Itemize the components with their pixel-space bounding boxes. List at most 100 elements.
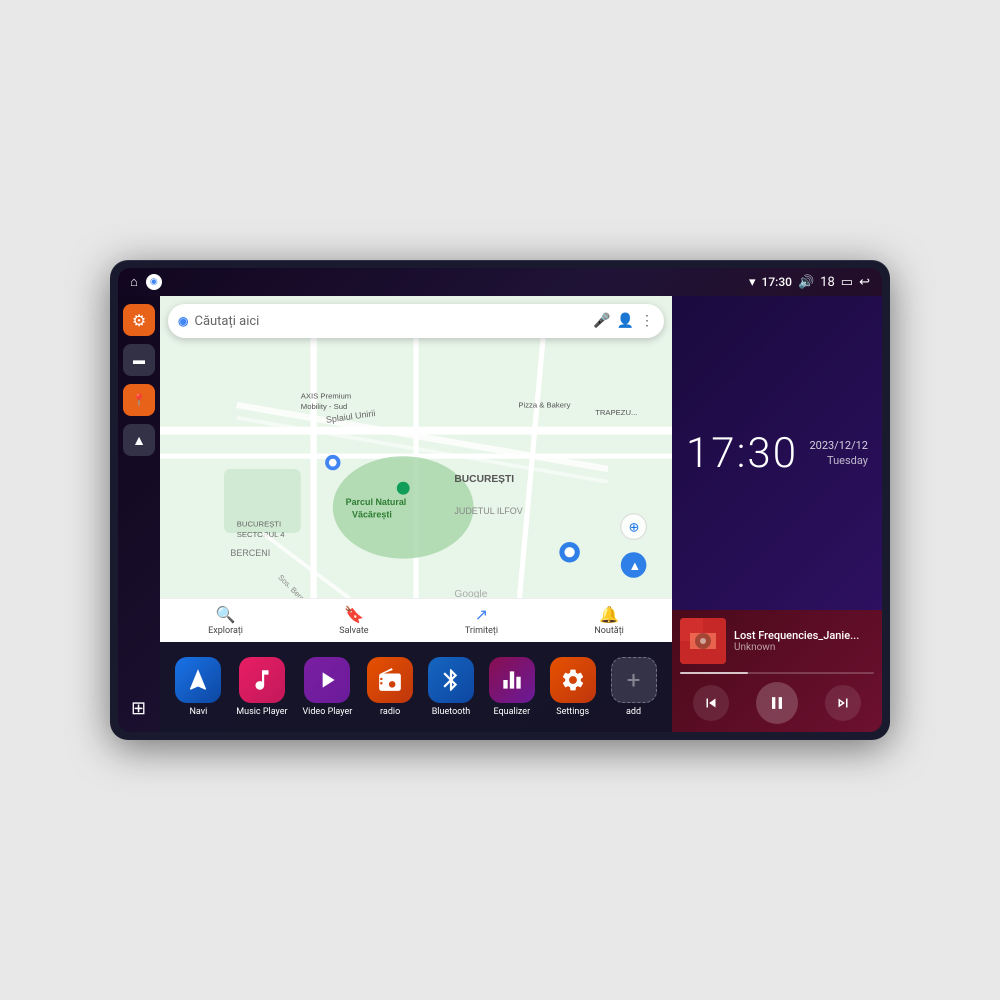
- sidebar-maps-btn[interactable]: 📍: [123, 384, 155, 416]
- app-navi[interactable]: Navi: [175, 657, 221, 717]
- app-music-player[interactable]: Music Player: [236, 657, 287, 717]
- app-bluetooth[interactable]: Bluetooth: [428, 657, 474, 717]
- svg-text:JUDETUL ILFOV: JUDETUL ILFOV: [454, 506, 522, 516]
- saved-icon: 🔖: [344, 605, 364, 624]
- music-top: Lost Frequencies_Janie... Unknown: [680, 618, 874, 664]
- sidebar-files-btn[interactable]: ▬: [123, 344, 155, 376]
- app-settings[interactable]: Settings: [550, 657, 596, 717]
- maps-nav-icon[interactable]: ◉: [146, 274, 162, 290]
- music-prev-btn[interactable]: [693, 685, 729, 721]
- music-title: Lost Frequencies_Janie...: [734, 629, 874, 642]
- radio-icon: [367, 657, 413, 703]
- account-icon[interactable]: 👤: [617, 313, 634, 329]
- battery-level: 18: [820, 275, 835, 290]
- nav-arrow-icon: ▲: [132, 432, 146, 449]
- radio-label: radio: [380, 707, 400, 717]
- equalizer-label: Equalizer: [494, 707, 531, 717]
- map-container[interactable]: Splaiul Unirii Parcul Natural Văcărești …: [160, 296, 672, 642]
- map-search-text: Căutați aici: [194, 314, 587, 329]
- files-icon: ▬: [133, 353, 145, 367]
- device-screen: ⌂ ◉ ▾ 17:30 🔊 18 ▭ ↩ ⚙ ▬: [118, 268, 882, 732]
- more-icon[interactable]: ⋮: [640, 313, 654, 329]
- back-icon[interactable]: ↩: [859, 275, 870, 290]
- equalizer-icon: [489, 657, 535, 703]
- settings-label: Settings: [556, 707, 589, 717]
- svg-text:Mobility - Sud: Mobility - Sud: [301, 402, 347, 411]
- status-time: 17:30: [762, 275, 792, 289]
- map-action-icons: 🎤 👤 ⋮: [593, 313, 654, 329]
- settings-app-icon: [550, 657, 596, 703]
- app-equalizer[interactable]: Equalizer: [489, 657, 535, 717]
- map-news-btn[interactable]: 🔔 Noutăți: [594, 605, 624, 636]
- status-bar: ⌂ ◉ ▾ 17:30 🔊 18 ▭ ↩: [118, 268, 882, 296]
- music-progress-fill: [680, 672, 748, 674]
- wifi-icon: ▾: [749, 275, 756, 290]
- news-label: Noutăți: [594, 626, 624, 636]
- music-pause-btn[interactable]: [756, 682, 798, 724]
- music-info: Lost Frequencies_Janie... Unknown: [734, 629, 874, 653]
- clock-date: 2023/12/12: [809, 439, 868, 452]
- car-head-unit: ⌂ ◉ ▾ 17:30 🔊 18 ▭ ↩ ⚙ ▬: [110, 260, 890, 740]
- music-progress-bar[interactable]: [680, 672, 874, 674]
- status-left-icons: ⌂ ◉: [130, 274, 162, 290]
- music-player-icon: [239, 657, 285, 703]
- settings-icon: ⚙: [132, 311, 146, 330]
- microphone-icon[interactable]: 🎤: [593, 313, 610, 329]
- center-content: Splaiul Unirii Parcul Natural Văcărești …: [160, 296, 672, 732]
- sidebar-nav-btn[interactable]: ▲: [123, 424, 155, 456]
- svg-text:SECTORUL 4: SECTORUL 4: [237, 530, 285, 539]
- navi-label: Navi: [190, 707, 208, 717]
- map-svg: Splaiul Unirii Parcul Natural Văcărești …: [160, 296, 672, 642]
- navi-icon: [175, 657, 221, 703]
- battery-icon: ▭: [841, 275, 853, 290]
- app-video-player[interactable]: Video Player: [302, 657, 352, 717]
- svg-text:BERCENI: BERCENI: [230, 548, 270, 558]
- location-icon: 📍: [132, 393, 147, 407]
- svg-text:⊕: ⊕: [628, 521, 639, 536]
- saved-label: Salvate: [339, 626, 368, 636]
- add-label: add: [626, 707, 641, 717]
- map-saved-btn[interactable]: 🔖 Salvate: [339, 605, 368, 636]
- right-panel: 17:30 2023/12/12 Tuesday: [672, 296, 882, 732]
- album-art: [680, 618, 726, 664]
- map-bottom-bar: 🔍 Explorați 🔖 Salvate ↗ Trimiteți 🔔: [160, 598, 672, 642]
- video-player-icon: [304, 657, 350, 703]
- explore-label: Explorați: [208, 626, 243, 636]
- grid-icon: ⊞: [131, 698, 147, 719]
- share-icon: ↗: [475, 605, 488, 624]
- share-label: Trimiteți: [465, 626, 498, 636]
- music-player-label: Music Player: [236, 707, 287, 717]
- home-icon[interactable]: ⌂: [130, 274, 138, 290]
- bluetooth-icon: [428, 657, 474, 703]
- sidebar-settings-btn[interactable]: ⚙: [123, 304, 155, 336]
- bluetooth-label: Bluetooth: [432, 707, 471, 717]
- video-player-label: Video Player: [302, 707, 352, 717]
- clock-date-info: 2023/12/12 Tuesday: [809, 439, 868, 467]
- svg-text:▲: ▲: [628, 559, 641, 574]
- svg-text:Pizza & Bakery: Pizza & Bakery: [518, 401, 570, 410]
- music-widget: Lost Frequencies_Janie... Unknown: [672, 610, 882, 732]
- app-add[interactable]: + add: [611, 657, 657, 717]
- main-area: ⚙ ▬ 📍 ▲ ⊞: [118, 296, 882, 732]
- left-sidebar: ⚙ ▬ 📍 ▲ ⊞: [118, 296, 160, 732]
- map-search-bar[interactable]: ◉ Căutați aici 🎤 👤 ⋮: [168, 304, 664, 338]
- music-controls: [680, 682, 874, 724]
- svg-text:BUCUREȘTI: BUCUREȘTI: [237, 520, 281, 529]
- google-maps-icon: ◉: [178, 314, 188, 328]
- svg-text:AXIS Premium: AXIS Premium: [301, 392, 351, 401]
- add-app-icon: +: [611, 657, 657, 703]
- svg-text:BUCUREȘTI: BUCUREȘTI: [454, 474, 514, 485]
- map-share-btn[interactable]: ↗ Trimiteți: [465, 605, 498, 636]
- news-icon: 🔔: [599, 605, 619, 624]
- svg-text:Văcărești: Văcărești: [352, 510, 392, 520]
- svg-text:Parcul Natural: Parcul Natural: [346, 497, 407, 507]
- app-bar: Navi Music Player Video Player: [160, 642, 672, 732]
- sidebar-apps-btn[interactable]: ⊞: [123, 692, 155, 724]
- explore-icon: 🔍: [216, 605, 236, 624]
- map-explore-btn[interactable]: 🔍 Explorați: [208, 605, 243, 636]
- status-right-icons: ▾ 17:30 🔊 18 ▭ ↩: [749, 275, 870, 290]
- app-radio[interactable]: radio: [367, 657, 413, 717]
- clock-widget: 17:30 2023/12/12 Tuesday: [672, 296, 882, 610]
- music-next-btn[interactable]: [825, 685, 861, 721]
- svg-text:TRAPEZU...: TRAPEZU...: [595, 408, 637, 417]
